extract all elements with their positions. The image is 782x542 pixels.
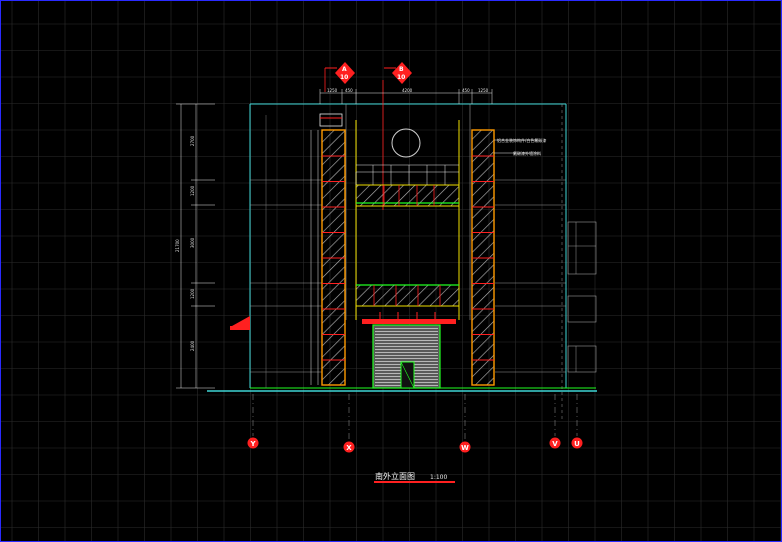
level-marker xyxy=(230,316,250,330)
axis-lines xyxy=(252,394,578,440)
right-tower xyxy=(471,129,540,386)
drawing-title-block: 南外立面图 1:100 xyxy=(374,471,455,483)
svg-text:Y: Y xyxy=(249,440,256,448)
left-dim-2: 1200 xyxy=(190,185,195,196)
svg-text:U: U xyxy=(574,440,580,448)
lower-decorative-band xyxy=(355,284,460,307)
top-dim-1: 1250 xyxy=(327,88,338,93)
top-dim-4: 450 xyxy=(462,88,470,93)
axis-bubble-x: X xyxy=(343,441,355,453)
top-dimension-chain: 1250 450 4200 450 1250 xyxy=(319,88,493,104)
top-dim-2: 450 xyxy=(345,88,353,93)
axis-bubble-u: U xyxy=(571,437,583,449)
round-window xyxy=(391,128,421,158)
background-grid xyxy=(0,0,782,542)
svg-text:W: W xyxy=(461,444,469,452)
left-dim-5: 2400 xyxy=(190,340,195,351)
svg-text:V: V xyxy=(552,440,558,448)
section-mark-b: B 10 xyxy=(384,62,412,84)
top-dim-3: 4200 xyxy=(402,88,413,93)
section-a-letter: A xyxy=(342,66,347,73)
svg-text:X: X xyxy=(346,444,352,452)
left-dim-4: 1200 xyxy=(190,288,195,299)
section-b-sheet: 10 xyxy=(397,74,405,81)
top-dim-5: 1250 xyxy=(478,88,489,93)
axis-bubble-y: Y xyxy=(247,437,259,449)
left-dim-3: 3000 xyxy=(190,237,195,248)
axis-bubble-w: W xyxy=(459,441,471,453)
note-1: 铝合金装饰构件/白色氟碳漆 xyxy=(497,137,546,143)
left-dimension-chain: 2700 1200 3000 1200 2400 21700 xyxy=(175,103,250,389)
drawing-title: 南外立面图 xyxy=(375,471,415,481)
canopy xyxy=(362,319,456,324)
left-dim-total: 21700 xyxy=(175,239,180,252)
drawing-scale: 1:100 xyxy=(430,474,447,481)
axis-bubble-v: V xyxy=(549,437,561,449)
section-a-sheet: 10 xyxy=(340,74,348,81)
cad-elevation-drawing: 铝合金装饰构件/白色氟碳漆 氟碳漆外墙涂料 1250 450 4200 450 … xyxy=(0,0,782,542)
note-2: 氟碳漆外墙涂料 xyxy=(513,150,541,156)
section-b-letter: B xyxy=(399,66,404,73)
entrance xyxy=(362,312,456,389)
left-tower xyxy=(310,113,346,386)
upper-decorative-band xyxy=(355,164,460,207)
left-dim-1: 2700 xyxy=(190,135,195,146)
